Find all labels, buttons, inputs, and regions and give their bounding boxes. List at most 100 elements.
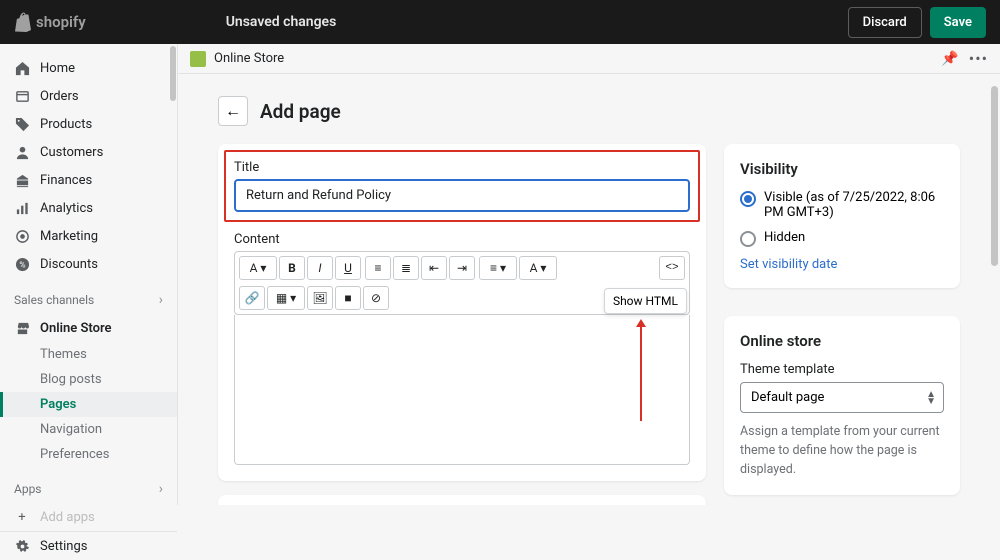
template-helper-text: Assign a template from your current them… bbox=[740, 423, 944, 479]
marketing-icon bbox=[14, 228, 30, 244]
visibility-card: Visibility Visible (as of 7/25/2022, 8:0… bbox=[724, 144, 960, 288]
customers-icon bbox=[14, 144, 30, 160]
main-scrollbar[interactable] bbox=[991, 86, 998, 266]
radio-unchecked-icon bbox=[740, 231, 756, 247]
products-icon bbox=[14, 116, 30, 132]
sidebar-item-analytics[interactable]: Analytics bbox=[0, 194, 177, 222]
section-label-text: Sales channels bbox=[14, 293, 94, 307]
format-dropdown[interactable]: A ▾ bbox=[239, 256, 277, 280]
more-actions-icon[interactable]: ••• bbox=[969, 49, 988, 68]
clear-format-button[interactable]: ⊘ bbox=[363, 286, 389, 310]
sidebar-item-label: Online Store bbox=[40, 321, 112, 336]
outdent-button[interactable]: ⇤ bbox=[421, 256, 447, 280]
sidebar-sub-blog-posts[interactable]: Blog posts bbox=[0, 367, 177, 392]
arrow-left-icon: ← bbox=[225, 101, 241, 121]
content-card: Title Content A ▾ B I U bbox=[218, 144, 706, 481]
home-icon bbox=[14, 60, 30, 76]
theme-template-select[interactable]: Default page bbox=[740, 382, 944, 413]
back-button[interactable]: ← bbox=[218, 96, 248, 126]
analytics-icon bbox=[14, 200, 30, 216]
sidebar-item-products[interactable]: Products bbox=[0, 110, 177, 138]
show-html-tooltip: Show HTML bbox=[604, 288, 687, 314]
sidebar-item-label: Finances bbox=[40, 173, 92, 188]
title-highlight-annotation: Title bbox=[224, 150, 700, 222]
table-dropdown[interactable]: ▦ ▾ bbox=[267, 286, 305, 310]
sidebar-item-label: Home bbox=[40, 61, 75, 76]
gear-icon bbox=[14, 538, 30, 554]
sidebar-sub-preferences[interactable]: Preferences bbox=[0, 442, 177, 467]
image-button[interactable]: 🖼 bbox=[307, 286, 333, 310]
title-input[interactable] bbox=[234, 179, 690, 212]
sidebar-scrollbar[interactable] bbox=[170, 46, 176, 101]
chevron-right-icon: › bbox=[159, 481, 163, 497]
bullet-list-button[interactable]: ≡ bbox=[365, 256, 391, 280]
video-button[interactable]: ■ bbox=[335, 286, 361, 310]
set-visibility-date-link[interactable]: Set visibility date bbox=[740, 257, 944, 272]
store-icon bbox=[14, 320, 30, 336]
brand-name: shopify bbox=[36, 13, 86, 31]
shopify-logo: shopify bbox=[14, 12, 86, 32]
sidebar-item-label: Settings bbox=[40, 539, 87, 554]
unsaved-changes-label: Unsaved changes bbox=[226, 14, 337, 30]
subheader: Online Store 📌 ••• bbox=[178, 44, 1000, 74]
radio-visible[interactable]: Visible (as of 7/25/2022, 8:06 PM GMT+3) bbox=[740, 190, 944, 220]
numbered-list-button[interactable]: ≣ bbox=[393, 256, 419, 280]
underline-button[interactable]: U bbox=[335, 256, 361, 280]
sales-channels-header[interactable]: Sales channels › bbox=[0, 278, 177, 314]
radio-hidden[interactable]: Hidden bbox=[740, 230, 944, 247]
indent-button[interactable]: ⇥ bbox=[449, 256, 475, 280]
italic-button[interactable]: I bbox=[307, 256, 333, 280]
chevron-right-icon: › bbox=[159, 292, 163, 308]
discounts-icon: % bbox=[14, 256, 30, 272]
sidebar: Home Orders Products Customers Finances … bbox=[0, 44, 178, 505]
pin-icon[interactable]: 📌 bbox=[941, 51, 958, 67]
apps-header[interactable]: Apps › bbox=[0, 467, 177, 503]
sidebar-sub-navigation[interactable]: Navigation bbox=[0, 417, 177, 442]
link-button[interactable]: 🔗 bbox=[239, 286, 265, 310]
theme-template-label: Theme template bbox=[740, 362, 944, 377]
sidebar-item-add-apps[interactable]: +Add apps bbox=[0, 503, 177, 531]
plus-icon: + bbox=[14, 509, 30, 525]
show-html-button[interactable]: <> bbox=[659, 256, 685, 280]
sidebar-item-label: Customers bbox=[40, 145, 103, 160]
top-bar: shopify Unsaved changes Discard Save bbox=[0, 0, 1000, 44]
sidebar-item-label: Analytics bbox=[40, 201, 93, 216]
text-color-dropdown[interactable]: A ▾ bbox=[519, 256, 557, 280]
sidebar-item-marketing[interactable]: Marketing bbox=[0, 222, 177, 250]
online-store-heading: Online store bbox=[740, 332, 944, 350]
sidebar-item-online-store[interactable]: Online Store bbox=[0, 314, 177, 342]
sidebar-item-label: Orders bbox=[40, 89, 79, 104]
content-editor[interactable] bbox=[234, 315, 690, 465]
page-title: Add page bbox=[260, 100, 341, 123]
seo-card: Search engine listing preview Edit websi… bbox=[218, 495, 706, 505]
sidebar-item-finances[interactable]: Finances bbox=[0, 166, 177, 194]
svg-text:%: % bbox=[19, 260, 25, 270]
radio-label: Visible (as of 7/25/2022, 8:06 PM GMT+3) bbox=[764, 190, 944, 220]
radio-label: Hidden bbox=[764, 230, 805, 245]
sidebar-item-label: Discounts bbox=[40, 257, 98, 272]
sidebar-item-settings[interactable]: Settings bbox=[0, 532, 177, 560]
save-button[interactable]: Save bbox=[930, 7, 986, 38]
sidebar-item-label: Products bbox=[40, 117, 92, 132]
orders-icon bbox=[14, 88, 30, 104]
bold-button[interactable]: B bbox=[279, 256, 305, 280]
online-store-app-icon bbox=[190, 51, 206, 67]
sidebar-item-customers[interactable]: Customers bbox=[0, 138, 177, 166]
content-label: Content bbox=[234, 232, 690, 247]
section-label-text: Apps bbox=[14, 482, 42, 496]
online-store-card: Online store Theme template Default page… bbox=[724, 316, 960, 495]
sidebar-sub-themes[interactable]: Themes bbox=[0, 342, 177, 367]
select-arrows-icon: ▲▼ bbox=[926, 391, 936, 405]
sidebar-item-discounts[interactable]: % Discounts bbox=[0, 250, 177, 278]
visibility-heading: Visibility bbox=[740, 160, 944, 178]
finances-icon bbox=[14, 172, 30, 188]
align-dropdown[interactable]: ≡ ▾ bbox=[479, 256, 517, 280]
subheader-title: Online Store bbox=[214, 51, 284, 66]
main-content: Online Store 📌 ••• ← Add page Title bbox=[178, 44, 1000, 505]
title-label: Title bbox=[234, 160, 690, 175]
sidebar-item-home[interactable]: Home bbox=[0, 54, 177, 82]
rich-text-toolbar: A ▾ B I U ≡ ≣ ⇤ ⇥ bbox=[234, 251, 690, 315]
sidebar-sub-pages[interactable]: Pages bbox=[0, 392, 177, 417]
sidebar-item-orders[interactable]: Orders bbox=[0, 82, 177, 110]
discard-button[interactable]: Discard bbox=[848, 7, 922, 38]
